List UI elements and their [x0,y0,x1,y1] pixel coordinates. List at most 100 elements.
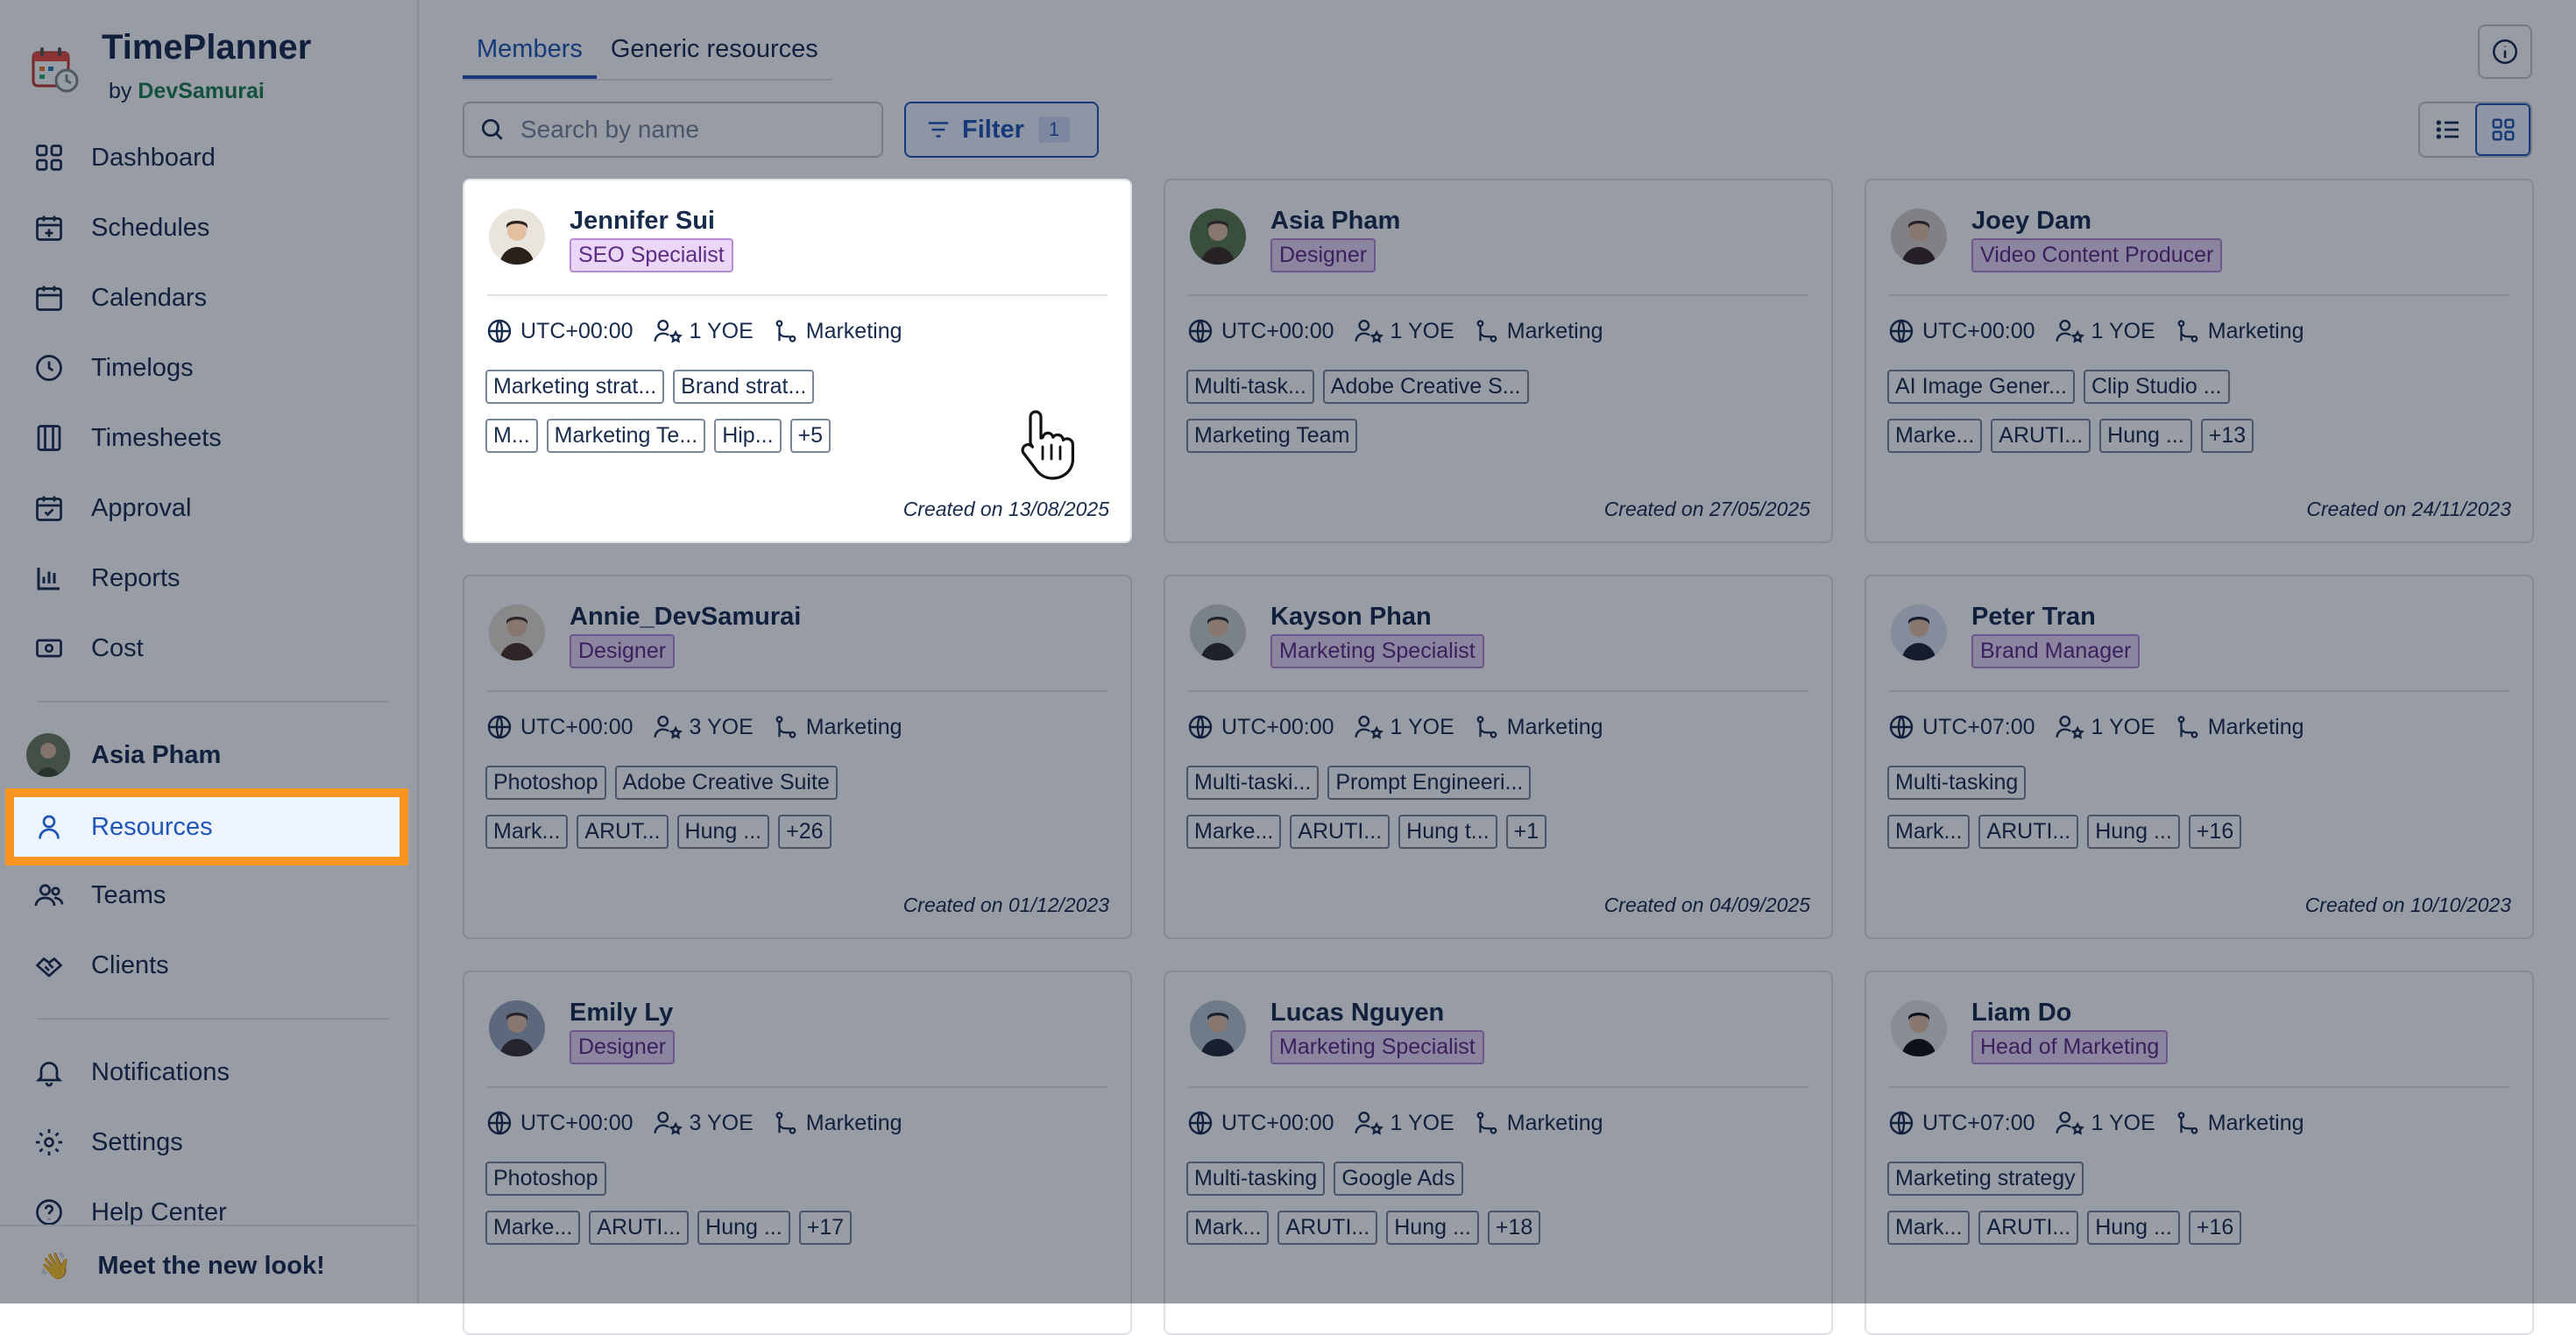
info-button[interactable] [2478,25,2532,79]
user-icon [39,815,60,839]
timezone: UTC+00:00 [1221,714,1334,739]
timezone: UTC+00:00 [520,714,633,739]
sidebar-item-clients[interactable]: Clients [14,936,400,995]
avatar [1190,604,1246,660]
more-tags-badge[interactable]: +1 [1505,815,1547,849]
filter-count-badge: 1 [1037,117,1071,143]
more-tags-badge[interactable]: +18 [1487,1211,1541,1245]
member-name[interactable]: Liam Do [1971,999,2071,1028]
new-look-banner[interactable]: 👋 Meet the new look! [0,1225,417,1305]
skill-tags: AI Image Gener... Clip Studio ... [1887,370,2230,404]
search-input[interactable] [519,115,864,145]
member-name[interactable]: Jennifer Sui [570,207,715,236]
sidebar-item-dashboard[interactable]: Dashboard [14,128,400,187]
sidebar-item-timesheets[interactable]: Timesheets [14,408,400,468]
card-divider [487,690,1108,692]
resource-card[interactable]: Peter Tran Brand Manager UTC+07:00 1 YOE… [1865,575,2534,939]
resource-card[interactable]: Emily Ly Designer UTC+00:00 3 YOE Market… [463,971,1132,1335]
years-of-experience: 1 YOE [2091,1110,2155,1135]
sidebar-item-schedules[interactable]: Schedules [14,198,400,258]
user-star-icon [2055,716,2084,739]
resource-card[interactable]: Asia Pham Designer UTC+00:00 1 YOE Marke… [1164,179,1833,543]
more-tags-badge[interactable]: +16 [2188,815,2242,849]
member-meta: UTC+00:00 1 YOE Marketing [1186,317,1603,345]
resource-card[interactable]: Kayson Phan Marketing Specialist UTC+00:… [1164,575,1833,939]
member-name[interactable]: Kayson Phan [1270,603,1432,632]
member-name[interactable]: Asia Pham [1270,207,1400,236]
member-meta: UTC+00:00 1 YOE Marketing [1887,317,2304,345]
help-circle-icon [36,1199,62,1226]
team-tag: Marketing Team [1186,419,1358,453]
filter-icon [928,122,949,138]
sidebar-item-reports[interactable]: Reports [14,548,400,608]
resource-card[interactable]: Joey Dam Video Content Producer UTC+00:0… [1865,179,2534,543]
sidebar-item-label: Timelogs [91,353,194,382]
team-tags: Mark... ARUTI... Hung ... +16 [1887,815,2242,849]
sidebar-item-settings[interactable]: Settings [14,1112,400,1172]
skill-tag: Brand strat... [673,370,815,404]
avatar [489,1000,545,1056]
team-tag: ARUTI... [1978,1211,2079,1245]
skill-tag: AI Image Gener... [1887,370,2075,404]
team-tag: ARUTI... [1277,1211,1378,1245]
resource-card[interactable]: Liam Do Head of Marketing UTC+07:00 1 YO… [1865,971,2534,1335]
created-date: Created on 13/08/2025 [902,498,1109,520]
card-divider [1188,294,1808,296]
sidebar-item-resources[interactable]: Resources [5,788,408,865]
tab-members[interactable]: Members [463,26,597,79]
department: Marketing [2207,714,2304,739]
role-badge: Designer [570,1030,676,1064]
grid-view-button[interactable] [2475,103,2530,156]
created-date: Created on 27/05/2025 [1603,498,1810,520]
skill-tag: Adobe Creative S... [1322,370,1529,404]
branch-icon [2177,1112,2198,1134]
sidebar-item-teams[interactable]: Teams [14,865,400,925]
sidebar-item-label: Help Center [91,1197,227,1226]
years-of-experience: 3 YOE [689,1110,754,1135]
user-star-icon [2055,320,2084,343]
branch-icon [2177,716,2198,738]
list-view-button[interactable] [2420,103,2475,156]
user-star-icon [653,320,683,343]
member-meta: UTC+00:00 1 YOE Marketing [1186,1109,1603,1137]
sidebar-item-label: Clients [91,950,169,979]
globe-icon [1188,1111,1213,1135]
more-tags-badge[interactable]: +5 [789,419,832,453]
skill-tag: Google Ads [1334,1162,1463,1196]
more-tags-badge[interactable]: +16 [2188,1211,2242,1245]
sidebar-item-timelogs[interactable]: Timelogs [14,338,400,398]
department: Marketing [1506,714,1603,739]
more-tags-badge[interactable]: +26 [778,815,832,849]
avatar [1891,604,1947,660]
skill-tag: Marketing strategy [1887,1162,2084,1196]
sidebar-item-approval[interactable]: Approval [14,478,400,538]
sidebar-profile[interactable]: Asia Pham [26,732,221,778]
more-tags-badge[interactable]: +17 [798,1211,853,1245]
tab-generic-resources[interactable]: Generic resources [597,26,832,79]
avatar [1891,208,1947,265]
sidebar-item-notifications[interactable]: Notifications [14,1042,400,1102]
globe-icon [1188,715,1213,739]
team-tag: ARUTI... [1978,815,2079,849]
member-name[interactable]: Annie_DevSamurai [570,603,801,632]
filter-button[interactable]: Filter 1 [904,102,1099,158]
member-name[interactable]: Joey Dam [1971,207,2091,236]
member-name[interactable]: Peter Tran [1971,603,2096,632]
resource-card[interactable]: Jennifer Sui SEO Specialist UTC+00:00 1 … [463,179,1132,543]
role-badge: Head of Marketing [1971,1030,2169,1064]
member-meta: UTC+00:00 3 YOE Marketing [485,1109,902,1137]
card-divider [1889,690,2509,692]
card-divider [487,294,1108,296]
resource-card[interactable]: Annie_DevSamurai Designer UTC+00:00 3 YO… [463,575,1132,939]
timezone: UTC+00:00 [520,1110,633,1135]
skill-tags: Multi-task... Adobe Creative S... [1186,370,1529,404]
sidebar-item-cost[interactable]: Cost [14,618,400,678]
member-name[interactable]: Emily Ly [570,999,673,1028]
avatar [1190,208,1246,265]
team-tag: Mark... [1887,815,1971,849]
sidebar-item-calendars[interactable]: Calendars [14,268,400,328]
member-name[interactable]: Lucas Nguyen [1270,999,1444,1028]
branch-icon [775,320,796,343]
resource-card[interactable]: Lucas Nguyen Marketing Specialist UTC+00… [1164,971,1833,1335]
more-tags-badge[interactable]: +13 [2200,419,2254,453]
